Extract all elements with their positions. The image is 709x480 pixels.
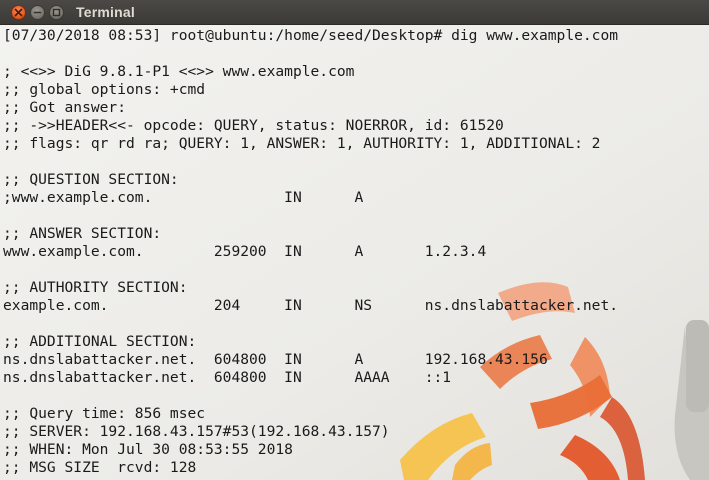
terminal-window: Terminal [07/30/2018 08:53] root@ubuntu:… [0,0,709,480]
terminal-line: ; <<>> DiG 9.8.1-P1 <<>> www.example.com [3,63,355,80]
terminal-line: ;; ->>HEADER<<- opcode: QUERY, status: N… [3,117,504,134]
minimize-button[interactable] [30,5,45,20]
terminal-line: ;; WHEN: Mon Jul 30 08:53:55 2018 [3,441,293,458]
terminal-line: ;; ADDITIONAL SECTION: [3,333,197,350]
maximize-icon [52,8,61,17]
terminal-line: ns.dnslabattacker.net. 604800 IN A 192.1… [3,351,548,368]
terminal-line: ;; QUESTION SECTION: [3,171,179,188]
window-title: Terminal [76,4,135,20]
terminal-line: example.com. 204 IN NS ns.dnslabattacker… [3,297,619,314]
terminal-line: [07/30/2018 08:53] root@ubuntu:/home/see… [3,27,619,44]
terminal-line: ;; MSG SIZE rcvd: 128 [3,459,197,476]
terminal-output[interactable]: [07/30/2018 08:53] root@ubuntu:/home/see… [3,27,618,477]
terminal-line: ;; ANSWER SECTION: [3,225,162,242]
minimize-icon [33,11,42,14]
terminal-line: www.example.com. 259200 IN A 1.2.3.4 [3,243,487,260]
window-titlebar[interactable]: Terminal [0,0,709,25]
terminal-line: ;; Query time: 856 msec [3,405,206,422]
terminal-area[interactable]: [07/30/2018 08:53] root@ubuntu:/home/see… [0,25,709,480]
close-button[interactable] [11,5,26,20]
terminal-line: ;www.example.com. IN A [3,189,364,206]
terminal-line: ;; SERVER: 192.168.43.157#53(192.168.43.… [3,423,390,440]
terminal-line: ns.dnslabattacker.net. 604800 IN AAAA ::… [3,369,452,386]
terminal-line: ;; Got answer: [3,99,127,116]
terminal-line: ;; flags: qr rd ra; QUERY: 1, ANSWER: 1,… [3,135,601,152]
close-icon [14,8,23,17]
terminal-line: ;; AUTHORITY SECTION: [3,279,188,296]
maximize-button[interactable] [49,5,64,20]
terminal-line: ;; global options: +cmd [3,81,206,98]
